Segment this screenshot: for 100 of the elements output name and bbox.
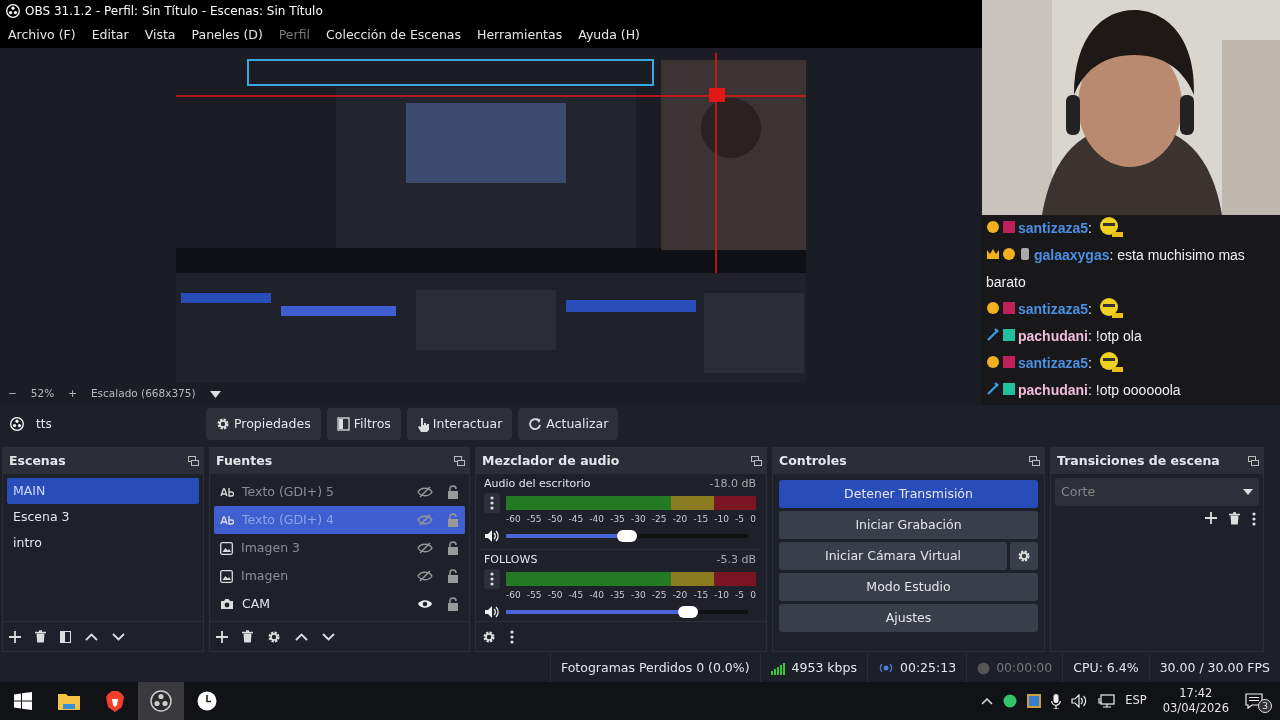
bitrate: 4953 kbps	[791, 658, 857, 677]
frame-rate: 30.00 / 30.00 FPS	[1159, 658, 1270, 677]
message-text: :	[1088, 301, 1092, 317]
scene-item[interactable]: MAIN	[7, 478, 199, 504]
menu-item[interactable]: Ayuda (H)	[570, 25, 648, 45]
taskbar-app[interactable]	[138, 682, 184, 720]
zoom-out-button[interactable]: −	[8, 386, 17, 402]
eye-slash-icon[interactable]	[417, 486, 433, 498]
undock-icon[interactable]	[1248, 456, 1259, 466]
scale-label: -35	[610, 512, 625, 526]
unlock-icon[interactable]	[447, 541, 459, 555]
add-icon[interactable]	[9, 630, 21, 643]
username[interactable]: galaaxygas	[1034, 247, 1110, 263]
app-tray-icon[interactable]	[1027, 694, 1042, 708]
source-item[interactable]: Imagen 3	[214, 534, 465, 562]
menu-item[interactable]: Editar	[83, 25, 137, 45]
control-button[interactable]: Ajustes	[779, 604, 1038, 632]
refresh-button[interactable]: Actualizar	[518, 408, 619, 440]
slider-thumb[interactable]	[677, 606, 698, 618]
control-button[interactable]: Modo Estudio	[779, 573, 1038, 601]
scene-item[interactable]: Escena 3	[7, 504, 199, 530]
channel-menu-button[interactable]	[484, 492, 500, 513]
image-icon	[220, 541, 233, 555]
eye-slash-icon[interactable]	[417, 570, 433, 582]
menu-item[interactable]: Paneles (D)	[183, 25, 271, 45]
delete-icon[interactable]	[1229, 512, 1240, 525]
scale-label: -50	[547, 512, 563, 526]
delete-icon[interactable]	[242, 630, 253, 643]
language-indicator[interactable]: ESP	[1125, 692, 1147, 710]
delete-icon[interactable]	[35, 630, 46, 643]
notification-icon[interactable]	[1245, 693, 1263, 709]
source-item[interactable]: CAM	[214, 590, 465, 618]
advanced-audio-icon[interactable]	[482, 629, 496, 644]
more-icon[interactable]	[490, 571, 494, 586]
undock-icon[interactable]	[751, 456, 762, 466]
slider-thumb[interactable]	[617, 530, 637, 542]
control-button[interactable]: Iniciar Grabación	[779, 511, 1038, 539]
menu-item[interactable]: Colección de Escenas	[318, 25, 470, 45]
channel-name: Audio del escritorio	[484, 476, 591, 492]
panel-title: Controles	[779, 451, 847, 470]
interact-button[interactable]: Interactuar	[406, 408, 513, 440]
zoom-level: 52%	[30, 386, 55, 402]
eye-icon[interactable]	[417, 598, 433, 610]
up-icon[interactable]	[85, 632, 98, 641]
username[interactable]: pachudani	[1018, 382, 1088, 398]
dropdown-icon[interactable]	[209, 390, 221, 398]
obs-icon	[150, 690, 172, 712]
speaker-icon[interactable]	[484, 605, 500, 619]
message-text: :	[1088, 355, 1092, 371]
more-icon[interactable]	[490, 495, 494, 510]
add-icon[interactable]	[216, 630, 228, 643]
more-icon[interactable]	[1252, 512, 1256, 526]
scene-item[interactable]: intro	[7, 530, 199, 556]
message-text: : esta muchisimo mas	[1109, 247, 1245, 263]
scale-label: -45	[568, 588, 584, 602]
status-dot-icon[interactable]	[1003, 694, 1018, 708]
menu-item[interactable]: Vista	[136, 25, 184, 45]
more-icon[interactable]	[510, 629, 514, 644]
settings-button[interactable]	[1010, 542, 1038, 570]
zoom-in-button[interactable]: +	[68, 386, 77, 402]
source-item[interactable]: Texto (GDI+) 5	[214, 478, 465, 506]
settings-icon[interactable]	[267, 629, 281, 644]
badge-icon	[986, 219, 1000, 235]
volume-icon[interactable]	[1071, 694, 1089, 708]
clock-date: 03/04/2026	[1162, 701, 1229, 716]
caret-icon[interactable]	[1243, 489, 1253, 495]
add-icon[interactable]	[1205, 512, 1217, 524]
unlock-icon[interactable]	[447, 569, 459, 583]
control-button[interactable]: Detener Transmisión	[779, 480, 1038, 508]
menu-item[interactable]: Herramientas	[469, 25, 571, 45]
undock-icon[interactable]	[454, 456, 465, 466]
scale-label: 0	[750, 512, 756, 526]
down-icon[interactable]	[322, 632, 335, 641]
scale-label: -35	[610, 588, 625, 602]
source-label: CAM	[242, 594, 272, 613]
network-icon[interactable]	[1098, 694, 1116, 708]
unlock-icon[interactable]	[447, 597, 459, 611]
undock-icon[interactable]	[1029, 456, 1040, 466]
username[interactable]: pachudani	[1018, 328, 1088, 344]
unlock-icon[interactable]	[447, 485, 459, 499]
speaker-icon[interactable]	[484, 529, 500, 543]
transition-select[interactable]: Corte	[1055, 478, 1259, 506]
source-item[interactable]: Imagen	[214, 562, 465, 590]
gear-icon[interactable]	[1017, 549, 1031, 563]
volume-reading: -18.0 dB	[709, 476, 756, 492]
filters-button[interactable]: Filtros	[326, 408, 401, 440]
badge-icon	[1002, 354, 1016, 370]
menu-item[interactable]: Archivo (F)	[0, 25, 84, 45]
channel-menu-button[interactable]	[484, 568, 500, 589]
undock-icon[interactable]	[188, 456, 199, 466]
chevron-up-icon[interactable]	[981, 697, 994, 705]
source-label: Imagen	[241, 566, 290, 585]
control-button[interactable]: Iniciar Cámara Virtual	[779, 542, 1007, 570]
properties-button[interactable]: Propiedades	[206, 408, 321, 440]
filter-icon[interactable]	[60, 630, 71, 643]
image-icon	[220, 569, 233, 583]
up-icon[interactable]	[295, 632, 308, 641]
down-icon[interactable]	[112, 632, 125, 641]
microphone-icon[interactable]	[1051, 693, 1062, 709]
eye-slash-icon[interactable]	[417, 542, 433, 554]
